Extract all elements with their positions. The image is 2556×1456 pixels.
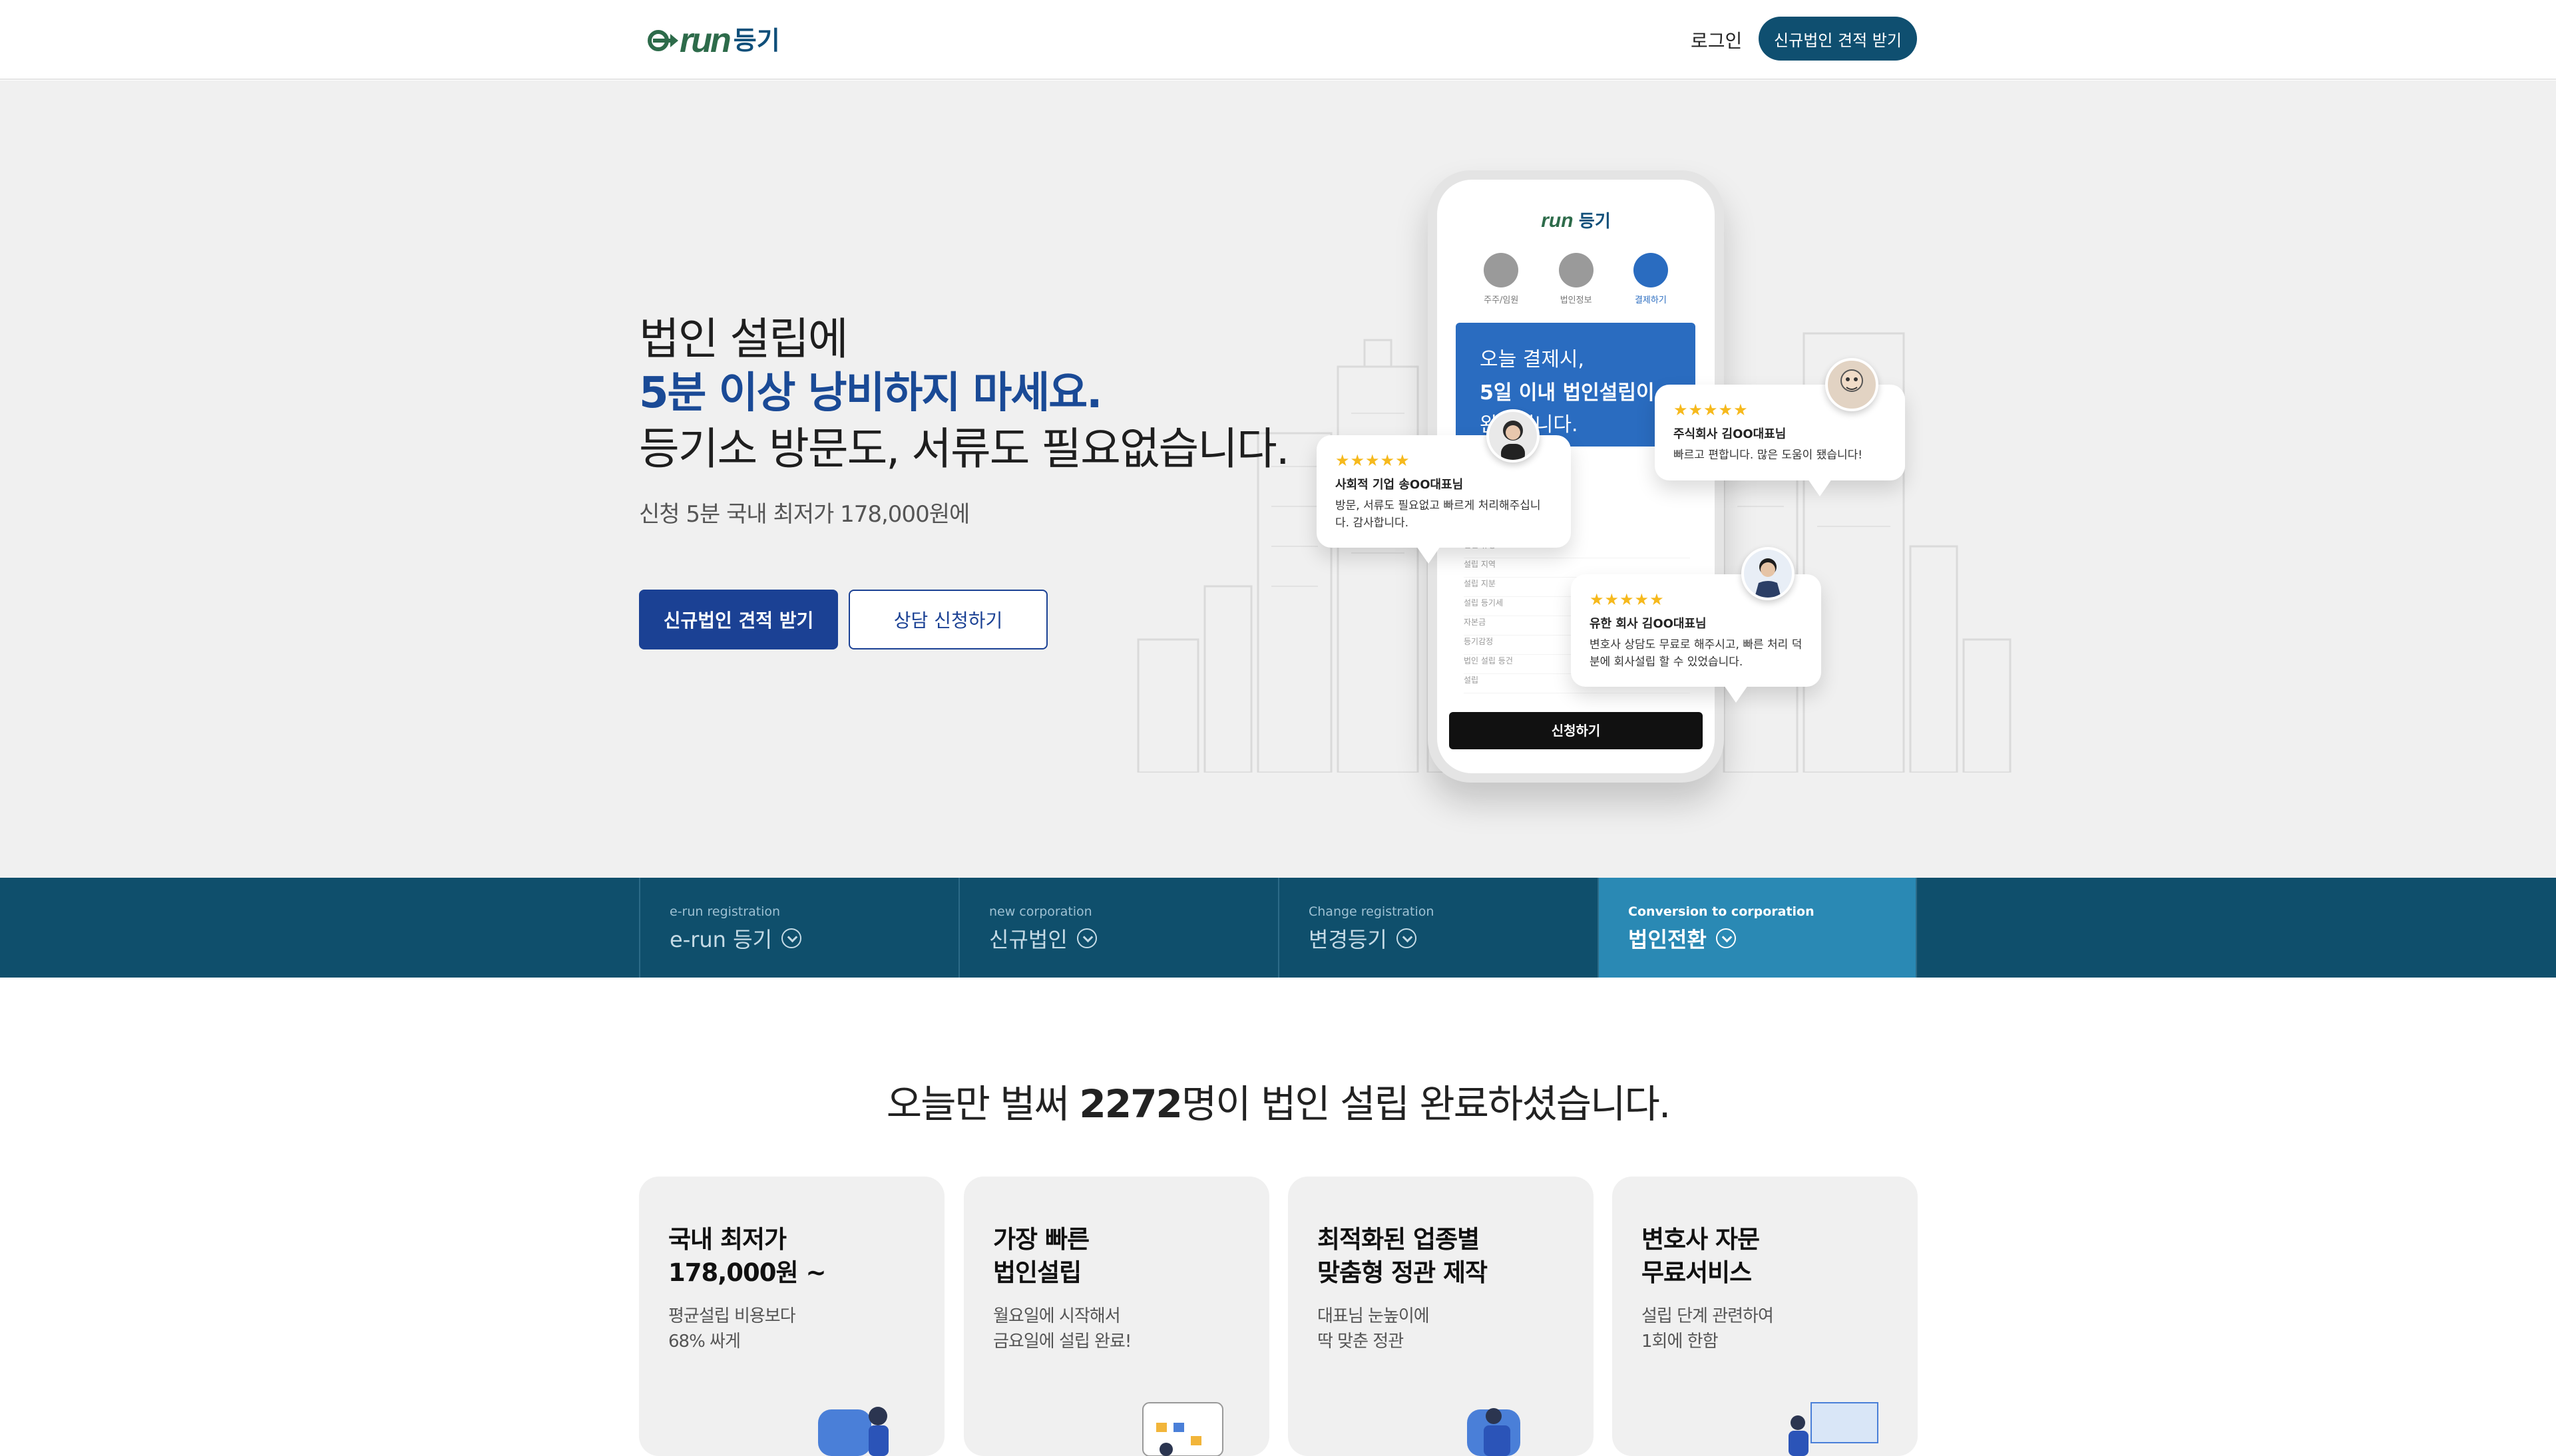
stats-count: 2272 — [1079, 1081, 1182, 1127]
tab-ko-text: 신규법인 — [989, 927, 1068, 952]
phone-banner-line1: 오늘 결제시, — [1480, 348, 1585, 371]
card-desc-line2: 딱 맞춘 정관 — [1317, 1331, 1404, 1352]
hero-heading-highlight: 5분 이상 낭비하지 마세요. — [639, 369, 1102, 418]
hero-quote-button[interactable]: 신규법인 견적 받기 — [639, 590, 838, 649]
tab-change-registration[interactable]: Change registration 변경등기 — [1278, 878, 1598, 978]
card-title-line1: 변호사 자문 — [1641, 1225, 1760, 1254]
site-header: run 등기 로그인 신규법인 견적 받기 — [0, 0, 2556, 80]
document-icon — [1558, 253, 1594, 287]
tab-ko-label: 법인전환 — [1628, 923, 1886, 954]
card-description: 월요일에 시작해서금요일에 설립 완료! — [993, 1304, 1240, 1354]
tab-en-label: Change registration — [1309, 904, 1434, 919]
card-title: 가장 빠른법인설립 — [993, 1223, 1240, 1290]
erun-logo[interactable]: run 등기 — [648, 21, 780, 60]
chevron-down-icon — [1076, 928, 1097, 948]
tab-erun-registration[interactable]: e-run registration e-run 등기 — [639, 878, 958, 978]
chevron-down-icon — [1396, 928, 1416, 948]
phone-step: 주주/임원 — [1484, 253, 1518, 305]
review-text: 변호사 상담도 무료로 해주시고, 빠른 처리 덕분에 회사설립 할 수 있었습… — [1590, 638, 1803, 669]
people-icon — [1484, 253, 1519, 287]
tab-ko-label: 변경등기 — [1309, 923, 1568, 954]
reviewer-name: 사회적 기업 송OO대표님 — [1335, 478, 1464, 492]
card-description: 설립 단계 관련하여 1회에 한함 — [1641, 1304, 1888, 1354]
service-tabbar: e-run registration e-run 등기 new corporat… — [0, 878, 2556, 978]
card-desc-line2: 68% 싸게 — [668, 1331, 741, 1352]
phone-step-label: 주주/임원 — [1484, 295, 1519, 305]
card-description: 평균설립 비용보다 68% 싸게 — [668, 1304, 915, 1354]
chevron-down-icon — [781, 928, 802, 948]
phone-step: 법인정보 — [1558, 253, 1594, 305]
tab-new-corporation[interactable]: new corporation 신규법인 — [958, 878, 1278, 978]
tab-en-label: new corporation — [989, 904, 1092, 919]
card-title-line1: 가장 빠른 — [993, 1225, 1090, 1254]
tab-ko-text: 법인전환 — [1628, 927, 1707, 952]
phone-step-label: 결제하기 — [1634, 295, 1667, 305]
reviewer-avatar — [1825, 358, 1878, 411]
presentation-illustration-icon — [1789, 1402, 1878, 1456]
card-title-line2: 법인설립 — [993, 1258, 1082, 1287]
chevron-down-icon — [1715, 928, 1736, 948]
card-title: 최적화된 업종별맞춤형 정관 제작 — [1317, 1223, 1564, 1290]
tab-ko-label: 신규법인 — [989, 923, 1249, 954]
phone-logo-deung: 등기 — [1578, 212, 1611, 232]
card-title-line1: 국내 최저가 — [668, 1225, 787, 1254]
feature-card-speed: 가장 빠른법인설립 월요일에 시작해서금요일에 설립 완료! — [964, 1177, 1269, 1456]
tab-ko-text: e-run 등기 — [670, 927, 773, 952]
phone-banner-line2: 5일 이내 법인설립이 — [1480, 381, 1655, 405]
logo-deung-text: 등기 — [733, 26, 780, 55]
tab-conversion-to-corporation[interactable]: Conversion to corporation 법인전환 — [1598, 878, 1917, 978]
review-text: 빠르고 편합니다. 많은 도움이 됐습니다! — [1673, 449, 1863, 462]
phone-apply-button: 신청하기 — [1449, 712, 1703, 749]
card-desc-line1: 대표님 눈높이에 — [1317, 1306, 1430, 1326]
phone-logo: run 등기 — [1437, 208, 1715, 232]
hero-subtitle: 신청 5분 국내 최저가 178,000원에 — [639, 501, 970, 528]
logo-arrow-icon — [648, 30, 678, 51]
card-title: 국내 최저가 178,000원 ~ — [668, 1223, 915, 1290]
hero-section: 법인 설립에 5분 이상 낭비하지 마세요. 등기소 방문도, 서류도 필요없습… — [0, 81, 2556, 878]
review-text: 방문, 서류도 필요없고 빠르게 처리해주십니다. 감사합니다. — [1335, 499, 1541, 530]
reviewer-name: 유한 회사 김OO대표님 — [1590, 617, 1707, 631]
hero-heading-line1: 법인 설립에 — [639, 313, 849, 365]
reviewer-avatar — [1741, 547, 1795, 600]
stats-suffix: 명이 법인 설립 완료하셨습니다. — [1181, 1081, 1671, 1127]
phone-steps: 주주/임원 법인정보 결제하기 — [1437, 253, 1715, 305]
card-title: 변호사 자문무료서비스 — [1641, 1223, 1888, 1290]
card-desc-line2: 1회에 한함 — [1641, 1331, 1719, 1352]
tab-en-label: Conversion to corporation — [1628, 904, 1814, 919]
reviewer-name: 주식회사 김OO대표님 — [1673, 427, 1787, 441]
meeting-illustration-icon — [1467, 1408, 1520, 1456]
reviewer-avatar — [1486, 409, 1540, 462]
feature-card-lawyer: 변호사 자문무료서비스 설립 단계 관련하여 1회에 한함 — [1612, 1177, 1918, 1456]
tab-en-label: e-run registration — [670, 904, 781, 919]
card-description: 대표님 눈높이에딱 맞춘 정관 — [1317, 1304, 1564, 1354]
card-desc-line1: 설립 단계 관련하여 — [1641, 1306, 1774, 1326]
phone-logo-run: run — [1541, 210, 1574, 232]
completion-stats: 오늘만 벌써 2272명이 법인 설립 완료하셨습니다. — [0, 1073, 2556, 1129]
feature-card-articles: 최적화된 업종별맞춤형 정관 제작 대표님 눈높이에딱 맞춘 정관 — [1288, 1177, 1594, 1456]
phone-step-label: 법인정보 — [1560, 295, 1592, 305]
phone-step: 결제하기 — [1633, 253, 1668, 305]
calendar-illustration-icon — [1142, 1402, 1223, 1456]
tab-ko-label: e-run 등기 — [670, 923, 929, 954]
card-desc-line1: 평균설립 비용보다 — [668, 1306, 796, 1326]
hero-consult-button[interactable]: 상담 신청하기 — [849, 590, 1048, 649]
card-desc-line1: 월요일에 시작해서 — [993, 1306, 1121, 1326]
feature-card-price: 국내 최저가 178,000원 ~ 평균설립 비용보다 68% 싸게 — [639, 1177, 945, 1456]
logo-run-text: run — [680, 21, 732, 60]
login-link[interactable]: 로그인 — [1691, 27, 1742, 53]
hero-heading-line3: 등기소 방문도, 서류도 필요없습니다. — [639, 423, 1290, 474]
header-quote-button[interactable]: 신규법인 견적 받기 — [1759, 17, 1917, 61]
card-title-line2: 맞춤형 정관 제작 — [1317, 1258, 1488, 1287]
card-desc-line2: 금요일에 설립 완료! — [993, 1331, 1132, 1352]
tab-ko-text: 변경등기 — [1309, 927, 1387, 952]
card-title-line2: 178,000원 ~ — [668, 1258, 826, 1287]
price-illustration-icon — [818, 1407, 889, 1456]
card-title-line2: 무료서비스 — [1641, 1258, 1752, 1287]
payment-icon — [1633, 253, 1668, 287]
card-title-line1: 최적화된 업종별 — [1317, 1225, 1480, 1254]
stats-prefix: 오늘만 벌써 — [886, 1081, 1080, 1127]
